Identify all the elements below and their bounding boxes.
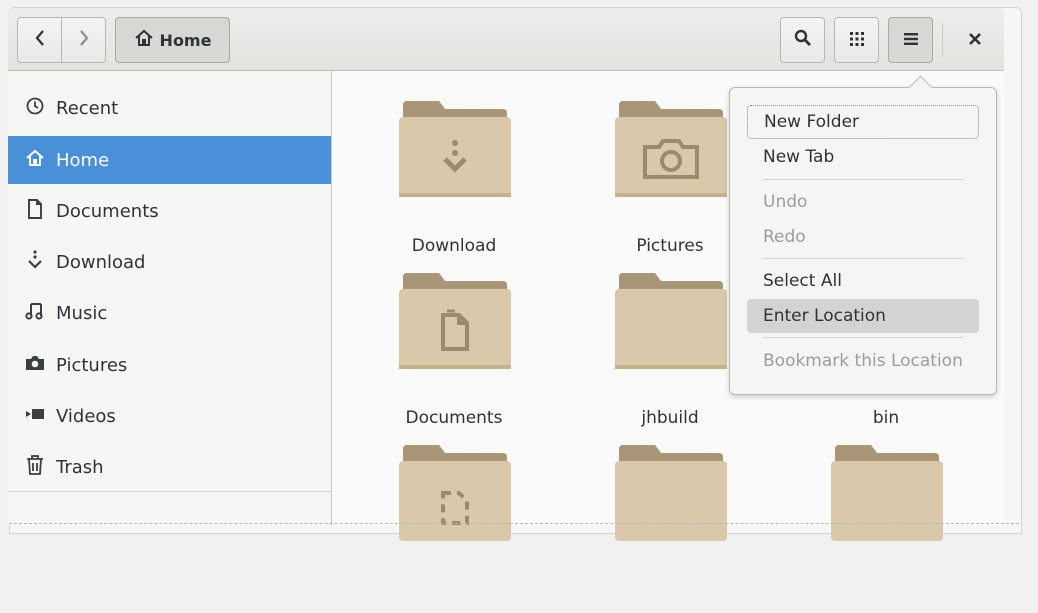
- sidebar-item-recent[interactable]: Recent: [8, 84, 331, 132]
- folder-label: jhbuild: [641, 408, 699, 428]
- clock-icon: [24, 97, 46, 120]
- folder-icon: [831, 445, 943, 541]
- grid-icon: [849, 31, 864, 50]
- sidebar-divider: [8, 491, 331, 492]
- folder-documents-icon: [399, 273, 511, 369]
- sidebar-item-trash[interactable]: Trash: [8, 443, 331, 491]
- sidebar-item-label: Recent: [56, 97, 119, 119]
- music-icon: [24, 302, 46, 325]
- menu-separator: [763, 337, 963, 338]
- download-icon: [24, 249, 46, 275]
- back-button[interactable]: [17, 17, 62, 63]
- document-icon: [24, 198, 46, 224]
- sidebar-item-home[interactable]: Home: [8, 136, 331, 184]
- sidebar-item-documents[interactable]: Documents: [8, 187, 331, 235]
- menu-separator: [763, 258, 963, 259]
- home-icon: [24, 149, 46, 172]
- menu-item-bookmark-location: Bookmark this Location: [763, 351, 963, 371]
- folder-icon: [615, 273, 727, 369]
- sidebar-item-label: Home: [56, 149, 110, 171]
- sidebar-item-pictures[interactable]: Pictures: [8, 341, 331, 389]
- search-icon: [794, 29, 812, 51]
- folder-item[interactable]: [570, 443, 770, 613]
- menu-item-new-tab[interactable]: New Tab: [747, 140, 979, 174]
- menu-separator: [763, 179, 963, 180]
- path-label: Home: [159, 30, 212, 50]
- menu-item-enter-location[interactable]: Enter Location: [747, 299, 979, 333]
- folder-item[interactable]: Documents: [354, 271, 554, 441]
- sidebar-item-label: Music: [56, 302, 108, 324]
- camera-icon: [24, 355, 46, 376]
- folder-label: Download: [411, 236, 497, 256]
- home-icon: [134, 29, 154, 51]
- folder-item[interactable]: [786, 443, 986, 613]
- hamburger-icon: [903, 31, 919, 50]
- view-toggle-button[interactable]: [834, 17, 879, 63]
- app-menu-popover: New Folder New Tab Undo Redo Select All …: [729, 75, 997, 395]
- close-icon: [968, 30, 982, 51]
- chevron-left-icon: [34, 29, 46, 51]
- path-home-button[interactable]: Home: [115, 17, 230, 63]
- sidebar-item-music[interactable]: Music: [8, 289, 331, 337]
- sidebar-item-label: Videos: [56, 405, 116, 427]
- sidebar-item-label: Download: [56, 251, 146, 273]
- sidebar: Recent Home Documents Download Music Pic…: [8, 71, 332, 525]
- window-bottom-edge: [9, 523, 1019, 524]
- folder-download-icon: [399, 101, 511, 197]
- chevron-right-icon: [78, 29, 90, 51]
- menu-item-new-folder[interactable]: New Folder: [747, 105, 979, 139]
- navigation-buttons: [17, 17, 107, 63]
- sidebar-item-videos[interactable]: Videos: [8, 392, 331, 440]
- folder-item[interactable]: [354, 443, 554, 613]
- trash-icon: [24, 454, 46, 480]
- folder-item[interactable]: Download: [354, 99, 554, 269]
- menu-button[interactable]: [888, 17, 933, 63]
- header-separator: [942, 23, 943, 57]
- folder-templates-icon: [399, 445, 511, 541]
- folder-pictures-icon: [615, 101, 727, 197]
- menu-item-select-all[interactable]: Select All: [747, 264, 979, 298]
- sidebar-item-label: Trash: [56, 456, 104, 478]
- forward-button[interactable]: [61, 17, 106, 63]
- video-icon: [24, 406, 46, 426]
- menu-item-redo: Redo: [763, 227, 806, 247]
- sidebar-item-label: Pictures: [56, 354, 128, 376]
- folder-icon: [615, 445, 727, 541]
- search-button[interactable]: [780, 17, 825, 63]
- sidebar-item-label: Documents: [56, 200, 159, 222]
- menu-item-undo: Undo: [763, 192, 808, 212]
- close-button[interactable]: [957, 17, 993, 63]
- sidebar-item-download[interactable]: Download: [8, 238, 331, 286]
- folder-label: Documents: [405, 408, 503, 428]
- folder-label: bin: [872, 408, 900, 428]
